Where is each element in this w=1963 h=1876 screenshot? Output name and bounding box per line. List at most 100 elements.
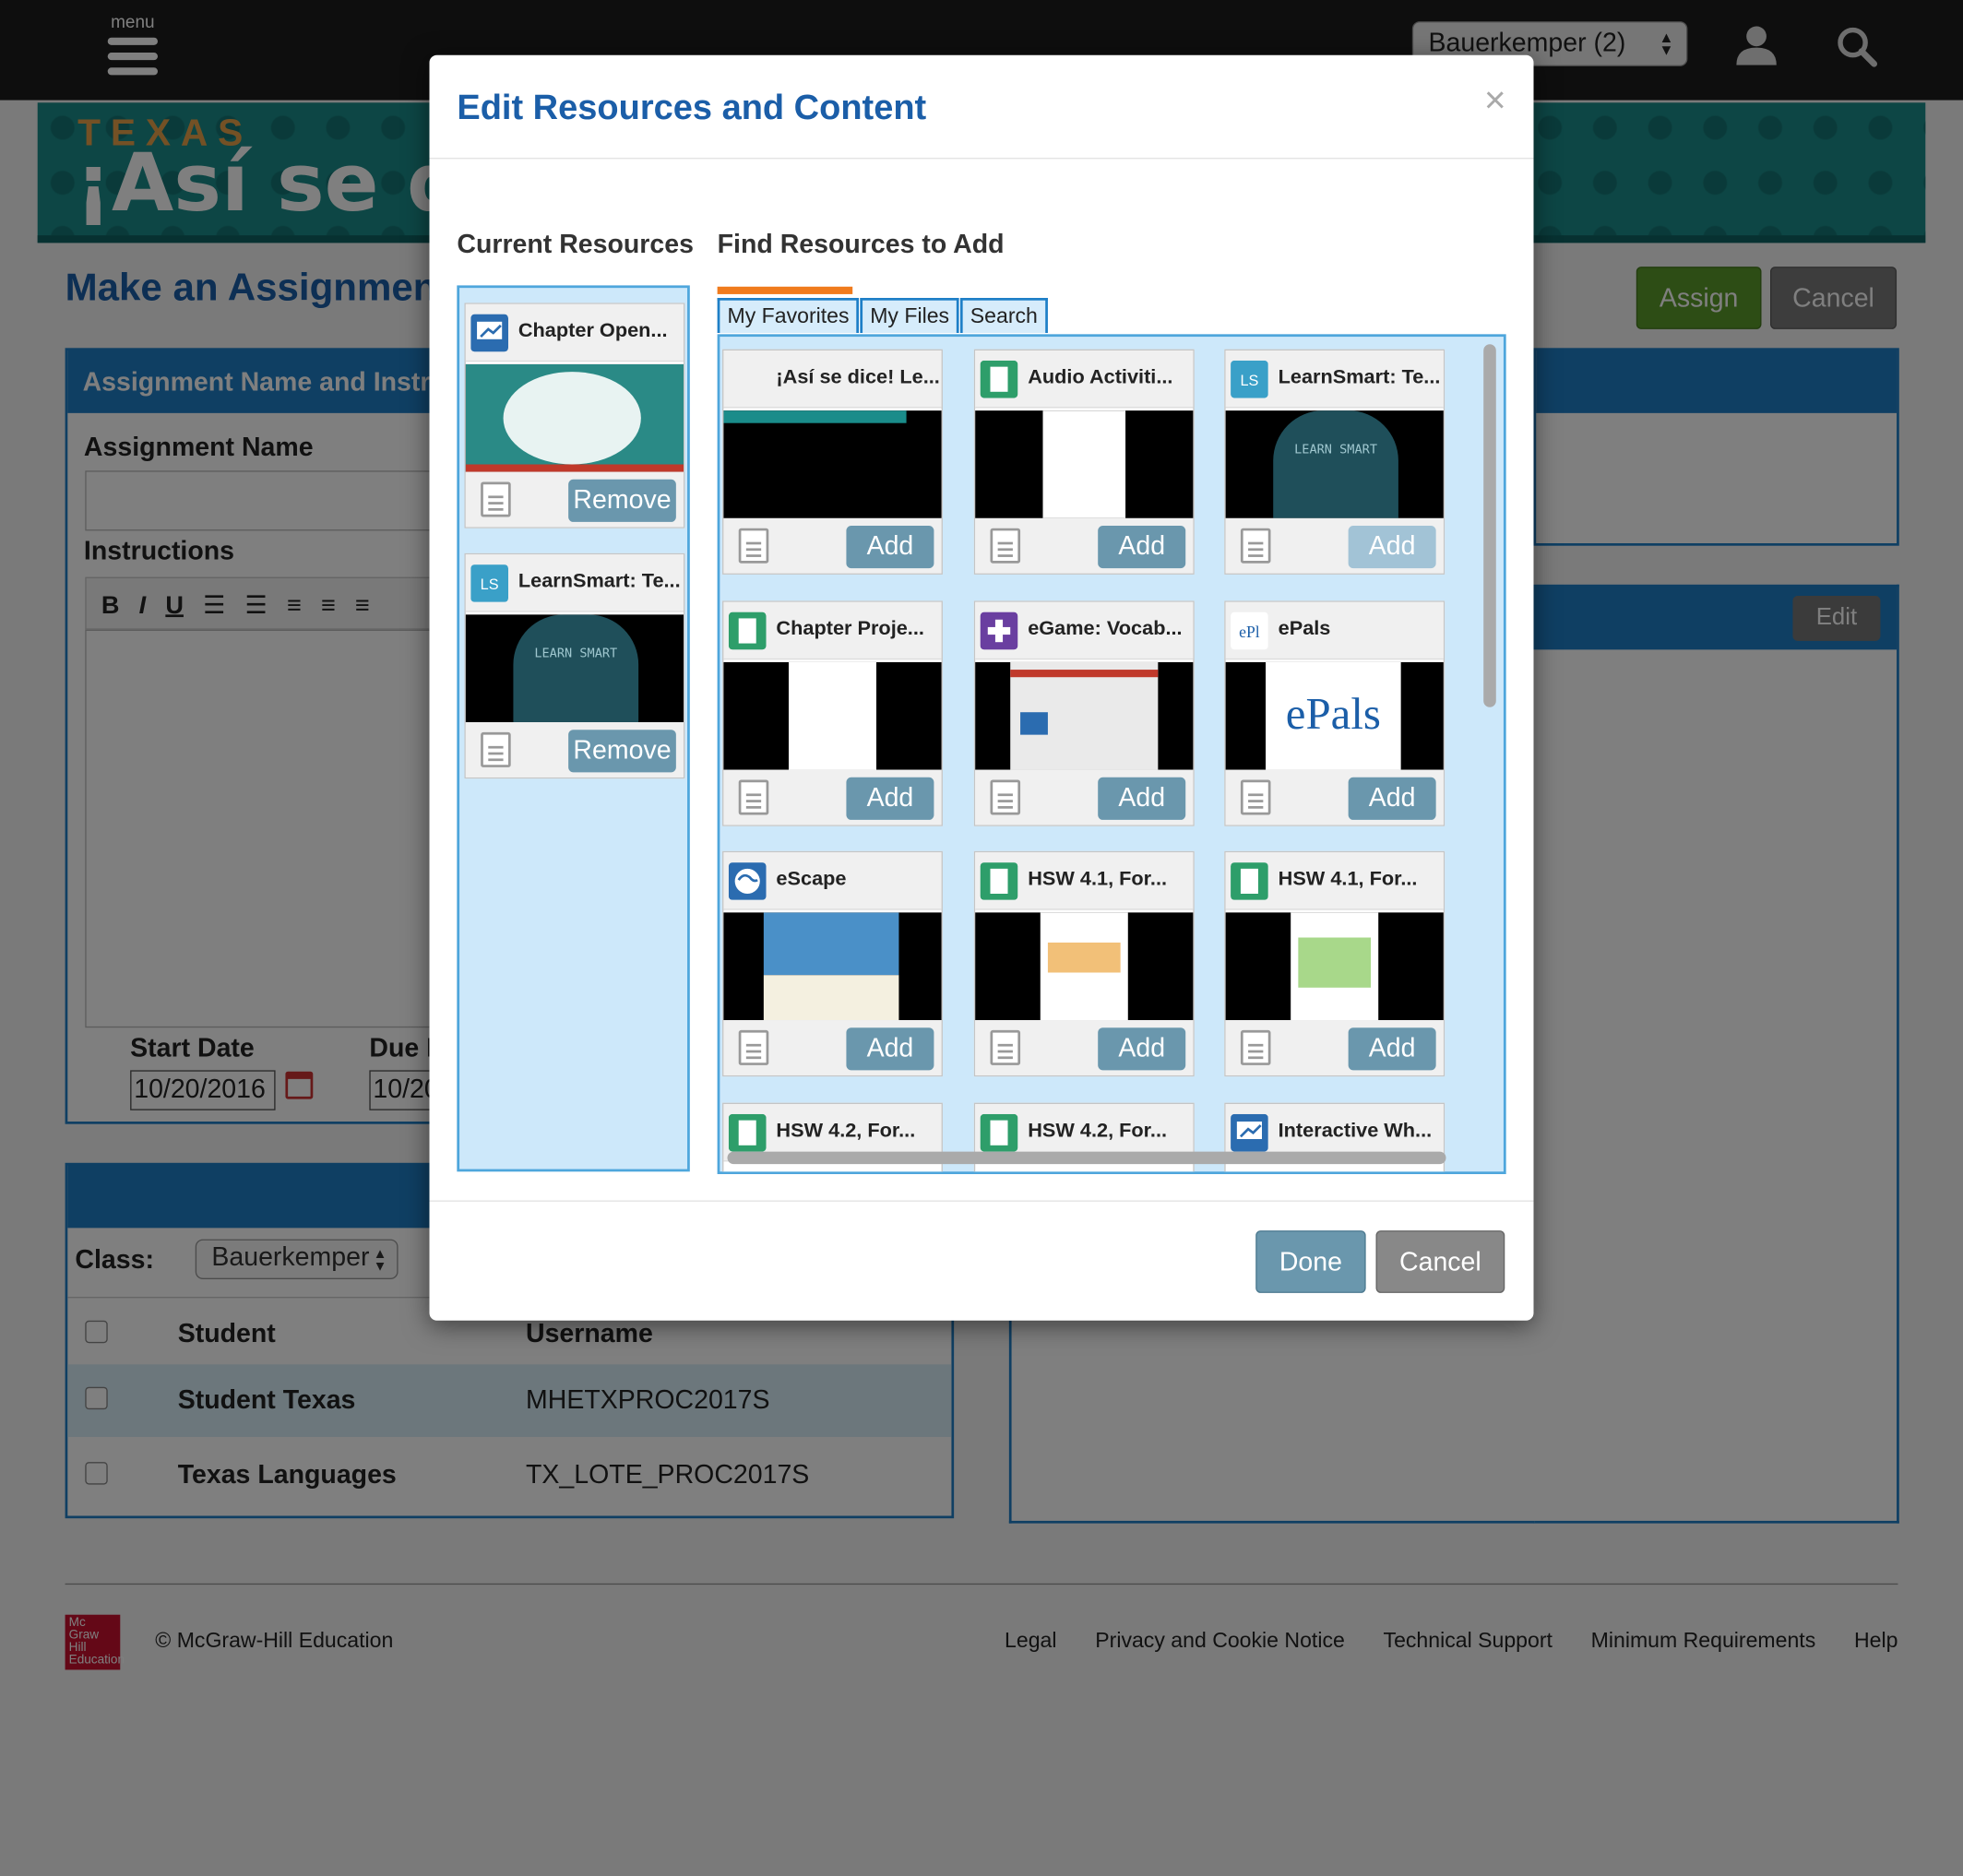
active-tab-indicator	[717, 286, 853, 294]
done-button[interactable]: Done	[1255, 1230, 1366, 1293]
resource-card-header: eGame: Vocab...	[975, 601, 1194, 660]
tab-my-favorites[interactable]: My Favorites	[717, 297, 860, 333]
worksheet-icon	[728, 611, 767, 650]
add-button[interactable]: Add	[1098, 525, 1186, 569]
worksheet-icon	[980, 1113, 1018, 1152]
document-icon	[1240, 528, 1271, 564]
resource-card: Chapter Proje... Add	[722, 600, 943, 826]
resource-card-footer: Add	[975, 769, 1194, 825]
app-root: menu Bauerkemper (2) ▲▼ TEXAS ¡Así se d …	[0, 0, 1963, 1876]
add-button[interactable]: Add	[846, 777, 934, 820]
resource-card-header: Chapter Open...	[465, 303, 684, 362]
resource-thumbnail: LEARN SMART	[1225, 410, 1444, 518]
resource-card-header: HSW 4.1, For...	[1225, 852, 1444, 910]
resource-title: HSW 4.2, For...	[1028, 1120, 1168, 1142]
add-button[interactable]: Add	[1348, 777, 1436, 820]
egame-icon	[980, 611, 1018, 650]
remove-button[interactable]: Remove	[568, 479, 676, 522]
page: menu Bauerkemper (2) ▲▼ TEXAS ¡Así se d …	[0, 0, 1963, 1876]
current-resource-card: LS LearnSmart: Te... LEARN SMART Remove	[464, 552, 685, 779]
document-icon	[990, 1029, 1021, 1065]
resource-card-footer: Add	[975, 517, 1194, 574]
resource-thumbnail	[1225, 912, 1444, 1021]
resource-card-header: ePl ePals	[1225, 601, 1444, 660]
modal-footer-divider	[429, 1200, 1534, 1202]
resource-card-header: eScape	[723, 852, 942, 910]
resource-thumbnail: LEARN SMART	[465, 614, 684, 723]
resource-title: eGame: Vocab...	[1028, 618, 1183, 640]
resource-card: HSW 4.1, For... Add	[1224, 850, 1445, 1077]
document-icon	[1240, 779, 1271, 815]
resource-title: HSW 4.1, For...	[1028, 868, 1168, 890]
add-button[interactable]: Add	[846, 1027, 934, 1071]
document-icon	[738, 1029, 769, 1065]
current-resources-title: Current Resources	[457, 230, 694, 259]
add-button[interactable]: Add	[1098, 777, 1186, 820]
resource-title: Audio Activiti...	[1028, 366, 1173, 388]
resource-thumbnail	[723, 912, 942, 1021]
resource-title: HSW 4.2, For...	[776, 1120, 916, 1142]
worksheet-icon	[980, 862, 1018, 900]
learnsmart-icon: LS	[470, 564, 508, 602]
add-button[interactable]: Add	[1348, 1027, 1436, 1071]
find-resources-grid[interactable]: ¡Así se dice! Le... Add Audio Activiti..…	[717, 334, 1506, 1174]
resource-card-header: LS LearnSmart: Te...	[1225, 350, 1444, 409]
worksheet-icon	[980, 360, 1018, 398]
resource-card-footer: Add	[723, 517, 942, 574]
resource-title: LearnSmart: Te...	[1278, 366, 1441, 388]
modal-cancel-button[interactable]: Cancel	[1375, 1230, 1505, 1293]
add-button-disabled[interactable]: Add	[1348, 525, 1436, 569]
document-icon	[738, 779, 769, 815]
resource-title: Interactive Wh...	[1278, 1120, 1433, 1142]
resource-card-footer: Add	[723, 769, 942, 825]
resource-card: ePl ePals ePals Add	[1224, 600, 1445, 826]
resource-title: HSW 4.1, For...	[1278, 868, 1418, 890]
tab-search[interactable]: Search	[959, 297, 1048, 333]
presentation-icon	[470, 314, 508, 352]
resource-card: eScape Add	[722, 850, 943, 1077]
learnsmart-thumb-text: LEARN SMART	[1294, 443, 1378, 457]
resource-card: eGame: Vocab... Add	[973, 600, 1195, 826]
resource-card-footer: Remove	[465, 471, 684, 528]
close-icon[interactable]: ×	[1484, 80, 1506, 123]
resource-card: ¡Así se dice! Le... Add	[722, 349, 943, 575]
resource-thumbnail	[465, 363, 684, 472]
svg-text:LS: LS	[1240, 373, 1258, 389]
document-icon	[990, 779, 1021, 815]
resource-thumbnail	[723, 410, 942, 518]
current-resources-list: Chapter Open... Remove LS LearnSmart: Te…	[457, 285, 690, 1172]
document-icon	[990, 528, 1021, 564]
resource-thumbnail: ePals	[1225, 661, 1444, 770]
current-resource-card: Chapter Open... Remove	[464, 303, 685, 528]
horizontal-scrollbar[interactable]	[727, 1151, 1446, 1165]
document-icon	[738, 528, 769, 564]
resource-card-footer: Add	[1225, 1020, 1444, 1075]
resource-card-footer: Add	[723, 1020, 942, 1075]
learnsmart-thumb-text: LEARN SMART	[534, 647, 618, 661]
epals-icon: ePl	[1231, 611, 1268, 650]
resource-title: ¡Así se dice! Le...	[776, 366, 940, 388]
find-resources-title: Find Resources to Add	[717, 230, 1005, 259]
resource-thumbnail	[975, 410, 1194, 518]
epals-thumb-text: ePals	[1285, 688, 1381, 739]
resource-title: ePals	[1278, 618, 1331, 640]
resource-title: Chapter Proje...	[776, 618, 924, 640]
resource-thumbnail	[975, 661, 1194, 770]
resource-card-footer: Add	[1225, 769, 1444, 825]
document-icon	[481, 731, 511, 767]
edit-resources-modal: Edit Resources and Content × Current Res…	[429, 54, 1534, 1321]
vertical-scrollbar[interactable]	[1483, 344, 1496, 707]
presentation-icon	[1231, 1113, 1268, 1152]
resource-card-header: HSW 4.1, For...	[975, 852, 1194, 910]
resource-card: LS LearnSmart: Te... LEARN SMART Add	[1224, 349, 1445, 575]
resource-card-header: ¡Así se dice! Le...	[723, 350, 942, 409]
resource-card: Audio Activiti... Add	[973, 349, 1195, 575]
resource-thumbnail	[975, 912, 1194, 1021]
remove-button[interactable]: Remove	[568, 730, 676, 773]
tab-my-files[interactable]: My Files	[860, 297, 959, 333]
resource-title: LearnSmart: Te...	[518, 570, 681, 592]
add-button[interactable]: Add	[1098, 1027, 1186, 1071]
add-button[interactable]: Add	[846, 525, 934, 569]
modal-header-divider	[429, 157, 1534, 160]
modal-title: Edit Resources and Content	[457, 87, 927, 127]
